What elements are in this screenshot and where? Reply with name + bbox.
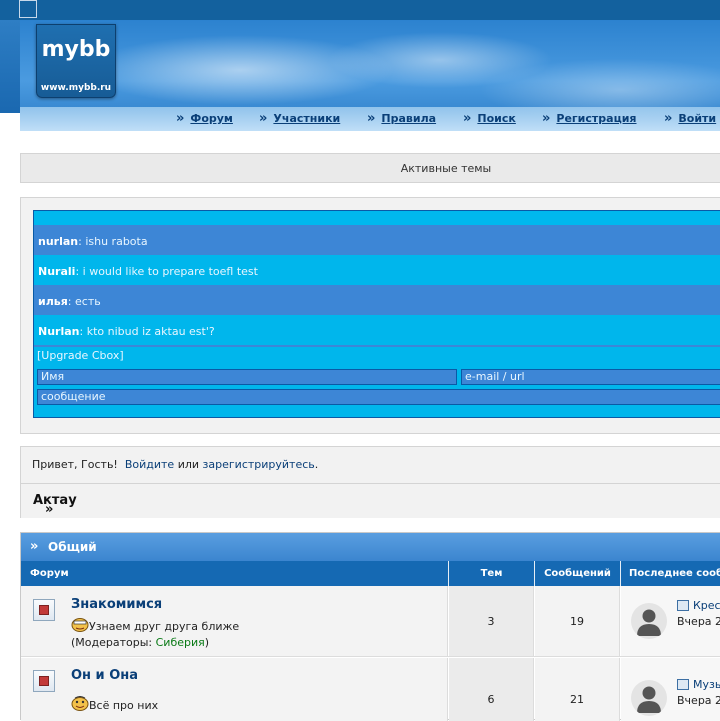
nav-arrow-icon: » bbox=[542, 111, 551, 126]
chat-message: nurlan: ishu rabota bbox=[34, 225, 720, 255]
last-post-title[interactable]: Музы bbox=[693, 678, 720, 691]
top-checkbox[interactable] bbox=[19, 0, 37, 18]
active-topics-label: Активные темы bbox=[400, 162, 492, 175]
topics-count: 3 bbox=[487, 615, 495, 628]
nav-arrow-icon: » bbox=[463, 111, 472, 126]
active-topics-bar[interactable]: Активные темы bbox=[20, 153, 720, 183]
category-header[interactable]: » Общий bbox=[21, 533, 720, 561]
topics-count: 6 bbox=[487, 693, 495, 706]
column-posts: Сообщений bbox=[535, 561, 621, 586]
chat-user[interactable]: nurlan bbox=[38, 235, 78, 248]
posts-cell: 19 bbox=[535, 586, 620, 656]
chat-message: Nurali: i would like to prepare toefl te… bbox=[34, 255, 720, 285]
last-post-title[interactable]: Крес bbox=[693, 599, 720, 612]
nav-arrow-icon: » bbox=[664, 111, 673, 126]
last-post-cell: Музы Вчера 2 bbox=[621, 658, 720, 721]
forum-status-icon bbox=[33, 599, 55, 621]
forum-cell: Он и Она Всё про них bbox=[21, 658, 448, 721]
logo-text: mybb bbox=[41, 37, 111, 62]
posts-count: 19 bbox=[570, 615, 584, 628]
chat-text: : ishu rabota bbox=[78, 235, 148, 248]
or-text: или bbox=[177, 458, 200, 471]
register-link[interactable]: зарегистрируйтесь bbox=[203, 458, 315, 471]
forum-cell: Знакомимся Узнаем друг друга ближе (Моде… bbox=[21, 586, 448, 656]
login-link[interactable]: Войдите bbox=[125, 458, 174, 471]
last-post-date: Вчера 2 bbox=[677, 694, 720, 707]
chat-name-field[interactable]: Имя bbox=[37, 369, 457, 385]
forum-status-icon bbox=[33, 670, 55, 692]
chat-user[interactable]: Nurlan bbox=[38, 325, 80, 338]
chat-message-field[interactable]: сообщение bbox=[37, 389, 720, 405]
chat-text: : i would like to prepare toefl test bbox=[75, 265, 258, 278]
nav-arrow-icon: » bbox=[176, 111, 185, 126]
breadcrumb: » Актау bbox=[21, 483, 720, 518]
logo-url: www.mybb.ru bbox=[40, 83, 112, 93]
greeting: Привет, Гость! bbox=[32, 458, 118, 471]
period: . bbox=[314, 458, 319, 471]
column-forum: Форум bbox=[21, 561, 449, 586]
welcome-line: Привет, Гость! Войдите или зарегистрируй… bbox=[32, 458, 318, 471]
topics-cell: 6 bbox=[449, 658, 534, 721]
nav-search[interactable]: » Поиск bbox=[463, 111, 516, 126]
chat-user[interactable]: илья bbox=[38, 295, 68, 308]
posts-count: 21 bbox=[570, 693, 584, 706]
chat-form: [Upgrade Cbox] Имя e-mail / url сообщени… bbox=[34, 347, 720, 417]
forum-description: Узнаем друг друга ближе bbox=[71, 617, 239, 633]
forum-name[interactable]: Он и Она bbox=[71, 668, 138, 683]
smiley-icon bbox=[71, 618, 89, 632]
nav-arrow-icon: » bbox=[259, 111, 268, 126]
forum-row: Он и Она Всё про них 6 21 Музы Вчера 2 bbox=[21, 658, 720, 721]
forum-description: Всё про них bbox=[71, 696, 158, 712]
welcome-panel: Привет, Гость! Войдите или зарегистрируй… bbox=[20, 446, 720, 518]
breadcrumb-home[interactable]: Актау bbox=[33, 493, 77, 508]
category-general: » Общий Форум Тем Сообщений Последнее со… bbox=[20, 532, 720, 721]
forum-row: Знакомимся Узнаем друг друга ближе (Моде… bbox=[21, 586, 720, 657]
avatar bbox=[631, 680, 667, 716]
breadcrumb-arrow-icon: » bbox=[45, 502, 54, 517]
nav-forum[interactable]: » Форум bbox=[176, 111, 233, 126]
chat-box: nurlan: ishu rabota Nurali: i would like… bbox=[33, 210, 720, 418]
nav-rules[interactable]: » Правила bbox=[367, 111, 436, 126]
mybb-logo[interactable]: mybb www.mybb.ru bbox=[36, 24, 116, 98]
last-post-icon[interactable] bbox=[677, 679, 689, 690]
chat-message: Nurlan: kto nibud iz aktau est'? bbox=[34, 315, 720, 345]
nav-members[interactable]: » Участники bbox=[259, 111, 340, 126]
forum-moderators: (Модераторы: Сиберия) bbox=[71, 636, 210, 649]
header-left-strip bbox=[0, 20, 20, 113]
category-title: Общий bbox=[48, 540, 97, 554]
header-banner: mybb www.mybb.ru » Форум » Участники » Прав… bbox=[20, 20, 720, 131]
forum-name[interactable]: Знакомимся bbox=[71, 597, 162, 612]
nav-arrow-icon: » bbox=[367, 111, 376, 126]
smiley-icon bbox=[71, 696, 89, 711]
category-arrow-icon: » bbox=[30, 539, 39, 554]
chat-email-field[interactable]: e-mail / url bbox=[461, 369, 720, 385]
nav-login[interactable]: » Войти bbox=[664, 111, 716, 126]
chat-message: илья: есть bbox=[34, 285, 720, 315]
last-post-date: Вчера 2 bbox=[677, 615, 720, 628]
avatar bbox=[631, 603, 667, 639]
last-post-cell: Крес Вчера 2 bbox=[621, 586, 720, 656]
main-nav: » Форум » Участники » Правила » Поиск » Регис… bbox=[20, 111, 720, 127]
chat-messages[interactable]: nurlan: ishu rabota Nurali: i would like… bbox=[34, 225, 720, 345]
top-bar bbox=[0, 0, 720, 21]
column-topics: Тем bbox=[449, 561, 535, 586]
last-post-icon[interactable] bbox=[677, 600, 689, 611]
chat-text: : есть bbox=[67, 295, 101, 308]
chat-text: : kto nibud iz aktau est'? bbox=[79, 325, 215, 338]
topics-cell: 3 bbox=[449, 586, 534, 656]
column-last-post: Последнее сообщение bbox=[621, 561, 720, 586]
chat-user[interactable]: Nurali bbox=[38, 265, 75, 278]
chat-box-container: nurlan: ishu rabota Nurali: i would like… bbox=[20, 197, 720, 434]
posts-cell: 21 bbox=[535, 658, 620, 721]
nav-register[interactable]: » Регистрация bbox=[542, 111, 637, 126]
upgrade-cbox-link[interactable]: [Upgrade Cbox] bbox=[37, 349, 124, 362]
moderator-link[interactable]: Сиберия bbox=[156, 636, 205, 649]
